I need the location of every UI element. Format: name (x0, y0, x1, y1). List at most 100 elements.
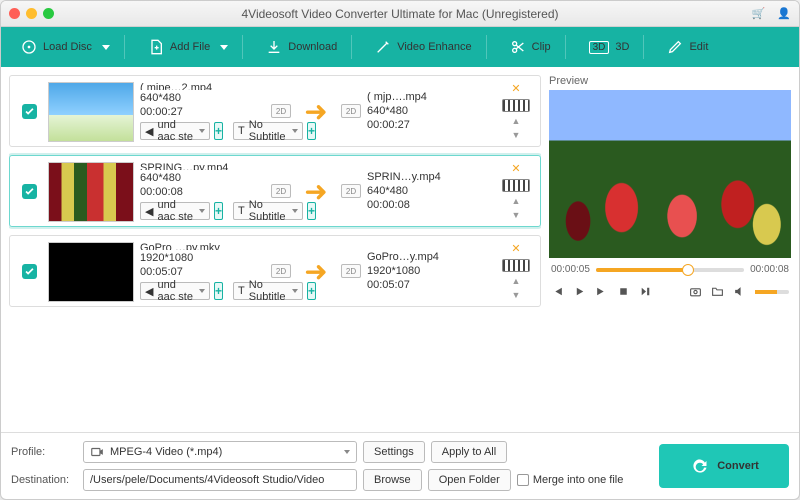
remove-item-button[interactable]: ✕ (511, 242, 520, 255)
chevron-down-icon[interactable] (220, 45, 228, 50)
speaker-icon: ◀ (145, 205, 153, 218)
move-up-button[interactable]: ▲ (512, 276, 521, 286)
item-checkbox[interactable] (16, 242, 42, 300)
audio-select[interactable]: ◀und aac ste (140, 122, 210, 140)
output-format-button[interactable] (502, 259, 530, 272)
checkbox-icon (517, 474, 529, 486)
remove-item-button[interactable]: ✕ (511, 82, 520, 95)
move-up-button[interactable]: ▲ (512, 116, 521, 126)
chevron-down-icon (199, 209, 205, 213)
list-item[interactable]: SPRING…py.mp4640*48000:00:08◀und aac ste… (9, 155, 541, 227)
timeline: 00:00:05 00:00:08 (549, 258, 791, 281)
destination-label: Destination: (11, 474, 77, 486)
titlebar: 4Videosoft Video Converter Ultimate for … (1, 1, 799, 27)
output-format-button[interactable] (502, 99, 530, 112)
edit-icon (667, 39, 683, 55)
prev-icon[interactable] (551, 285, 564, 298)
thumbnail[interactable] (48, 242, 134, 302)
speaker-icon: ◀ (145, 285, 153, 298)
download-icon (266, 39, 282, 55)
zoom-icon[interactable] (43, 8, 54, 19)
three-d-button[interactable]: 3D 3D (579, 35, 640, 60)
output-format-button[interactable] (502, 179, 530, 192)
edit-label: Edit (689, 41, 708, 53)
arrow-icon: ➜ (304, 95, 327, 128)
source-resolution: 640*480 (140, 92, 265, 104)
list-item[interactable]: ( mjpe…2.mp4640*48000:00:27◀und aac ste+… (9, 75, 541, 147)
move-down-button[interactable]: ▼ (512, 130, 521, 140)
step-icon[interactable] (639, 285, 652, 298)
stop-icon[interactable] (617, 285, 630, 298)
src-2d-badge: 2D (271, 104, 291, 118)
volume-slider[interactable] (755, 290, 789, 294)
dst-2d-badge: 2D (341, 264, 361, 278)
clip-button[interactable]: Clip (500, 33, 561, 61)
add-audio-button[interactable]: + (214, 202, 223, 220)
minimize-icon[interactable] (26, 8, 37, 19)
settings-button[interactable]: Settings (363, 441, 425, 463)
dest-filename: ( mjp….mp4 (367, 91, 492, 103)
profile-label: Profile: (11, 446, 77, 458)
move-down-button[interactable]: ▼ (512, 290, 521, 300)
item-checkbox[interactable] (16, 82, 42, 140)
dest-meta: SPRIN…y.mp4640*48000:00:08 (367, 162, 492, 220)
dest-meta: ( mjp….mp4640*48000:00:27 (367, 82, 492, 140)
snapshot-icon[interactable] (689, 285, 702, 298)
download-button[interactable]: Download (256, 33, 347, 61)
preview-video[interactable] (549, 90, 791, 258)
disc-icon (21, 39, 37, 55)
move-up-button[interactable]: ▲ (512, 196, 521, 206)
move-down-button[interactable]: ▼ (512, 210, 521, 220)
item-checkbox[interactable] (16, 162, 42, 220)
list-item[interactable]: GoPro …py.mkv1920*108000:05:07◀und aac s… (9, 235, 541, 307)
scissors-icon (510, 39, 526, 55)
chevron-down-icon[interactable] (102, 45, 110, 50)
user-icon[interactable]: 👤 (777, 7, 791, 20)
load-disc-button[interactable]: Load Disc (11, 33, 120, 61)
arrow-icon: ➜ (304, 255, 327, 288)
preview-panel: Preview 00:00:05 00:00:08 (549, 75, 791, 424)
file-list: ( mjpe…2.mp4640*48000:00:27◀und aac ste+… (9, 75, 541, 424)
profile-select[interactable]: MPEG-4 Video (*.mp4) (83, 441, 357, 463)
apply-all-button[interactable]: Apply to All (431, 441, 507, 463)
folder-icon[interactable] (711, 285, 724, 298)
audio-select[interactable]: ◀und aac ste (140, 282, 210, 300)
app-window: 4Videosoft Video Converter Ultimate for … (0, 0, 800, 500)
convert-button[interactable]: Convert (659, 444, 789, 488)
next-icon[interactable] (595, 285, 608, 298)
download-label: Download (288, 41, 337, 53)
video-icon (90, 445, 104, 459)
dest-duration: 00:00:08 (367, 199, 492, 211)
wand-icon (375, 39, 391, 55)
browse-button[interactable]: Browse (363, 469, 422, 491)
seek-bar[interactable] (596, 268, 744, 272)
thumbnail[interactable] (48, 162, 134, 222)
audio-select[interactable]: ◀und aac ste (140, 202, 210, 220)
remove-item-button[interactable]: ✕ (511, 162, 520, 175)
cart-icon[interactable]: 🛒 (752, 7, 766, 20)
volume-icon[interactable] (733, 285, 746, 298)
three-d-icon: 3D (589, 41, 610, 54)
video-enhance-button[interactable]: Video Enhance (365, 33, 481, 61)
src-2d-badge: 2D (271, 184, 291, 198)
video-enhance-label: Video Enhance (397, 41, 471, 53)
merge-checkbox[interactable]: Merge into one file (517, 474, 624, 486)
add-audio-button[interactable]: + (214, 122, 223, 140)
edit-button[interactable]: Edit (657, 33, 718, 61)
close-icon[interactable] (9, 8, 20, 19)
play-icon[interactable] (573, 285, 586, 298)
window-title: 4Videosoft Video Converter Ultimate for … (241, 7, 558, 21)
destination-input[interactable]: /Users/pele/Documents/4Videosoft Studio/… (83, 469, 357, 491)
add-file-button[interactable]: Add File (138, 33, 238, 61)
subtitle-select[interactable]: TNo Subtitle (233, 282, 303, 300)
thumbnail[interactable] (48, 82, 134, 142)
dest-meta: GoPro…y.mp41920*108000:05:07 (367, 242, 492, 300)
subtitle-select[interactable]: TNo Subtitle (233, 122, 303, 140)
load-disc-label: Load Disc (43, 41, 92, 53)
source-meta: GoPro …py.mkv1920*108000:05:07◀und aac s… (140, 242, 265, 300)
subtitle-select[interactable]: TNo Subtitle (233, 202, 303, 220)
footer: Profile: MPEG-4 Video (*.mp4) Settings A… (1, 432, 799, 499)
open-folder-button[interactable]: Open Folder (428, 469, 511, 491)
add-audio-button[interactable]: + (214, 282, 223, 300)
text-icon: T (238, 125, 245, 137)
